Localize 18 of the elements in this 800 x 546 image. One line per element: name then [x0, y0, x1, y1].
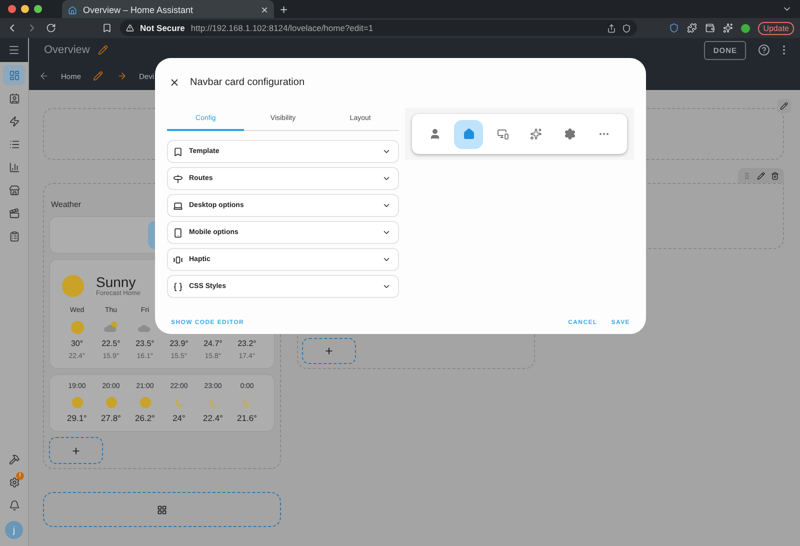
not-secure-label: Not Secure: [140, 23, 185, 33]
forecast-temperature: 27.8°: [101, 413, 121, 423]
forecast-high: 30°: [70, 339, 84, 348]
forecast-temperature: 26.2°: [135, 413, 155, 423]
forecast-temperature: 24°: [172, 413, 186, 423]
forecast-high: 23.2°: [238, 339, 256, 348]
forecast-high: 24.7°: [204, 339, 222, 348]
forecast-temperature: 29.1°: [67, 413, 87, 423]
forecast-high: 23.9°: [170, 339, 188, 348]
dialog-title: Navbar card configuration: [190, 76, 305, 88]
dashboard-title: Overview: [44, 44, 90, 56]
forecast-high: 23.5°: [136, 339, 154, 348]
weather-state: Sunny: [96, 274, 137, 290]
forecast-temperature: 21.6°: [237, 413, 257, 423]
section-title: Weather: [51, 200, 82, 209]
forecast-temperature: 22.4°: [203, 413, 223, 423]
forecast-high: 22.5°: [102, 339, 120, 348]
url-text: http://192.168.1.102:8124/lovelace/home?edit=1: [190, 23, 374, 33]
